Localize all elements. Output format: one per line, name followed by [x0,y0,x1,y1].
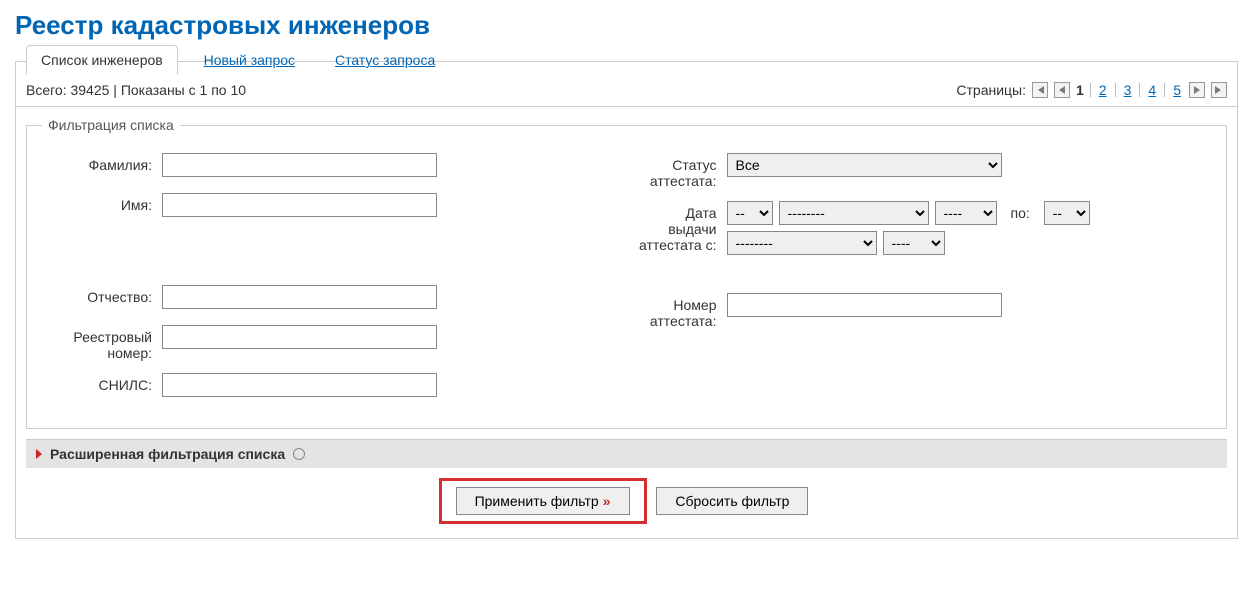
page-4[interactable]: 4 [1146,82,1158,98]
reset-filter-button[interactable]: Сбросить фильтр [656,487,808,515]
tab-list[interactable]: Список инженеров [26,45,178,75]
summary-row: Всего: 39425 | Показаны с 1 по 10 Страни… [16,74,1237,107]
main-panel: Список инженеров Новый запрос Статус зап… [15,61,1238,539]
expand-icon [36,449,42,459]
cert-num-label: Номер аттестата: [637,293,727,329]
date-from-month[interactable]: -------- [779,201,929,225]
surname-input[interactable] [162,153,437,177]
filter-fieldset: Фильтрация списка Фамилия: Имя: Отчество… [26,117,1227,429]
snils-input[interactable] [162,373,437,397]
pager: Страницы: 1 2 3 4 5 [956,82,1227,98]
apply-highlight: Применить фильтр» [439,478,647,524]
name-input[interactable] [162,193,437,217]
date-to-day[interactable]: -- [1044,201,1090,225]
date-range-group: -- -------- ---- по: -- -------- ---- [727,201,1212,255]
date-to-year[interactable]: ---- [883,231,945,255]
cert-num-input[interactable] [727,293,1002,317]
tab-new-request[interactable]: Новый запрос [190,46,309,74]
patronymic-input[interactable] [162,285,437,309]
page-1[interactable]: 1 [1076,82,1084,98]
advanced-filter-label: Расширенная фильтрация списка [50,446,285,462]
status-select[interactable]: Все [727,153,1002,177]
prev-page-icon[interactable] [1054,82,1070,98]
tab-strip: Список инженеров Новый запрос Статус зап… [16,44,1237,74]
date-to-month[interactable]: -------- [727,231,877,255]
date-from-day[interactable]: -- [727,201,773,225]
button-row: Применить фильтр» Сбросить фильтр [26,468,1227,538]
next-page-icon[interactable] [1189,82,1205,98]
first-page-icon[interactable] [1032,82,1048,98]
page-title: Реестр кадастровых инженеров [15,10,1238,41]
filter-col-right: Статус аттестата: Все Дата выдачи аттест… [637,153,1212,413]
patronymic-label: Отчество: [42,285,162,305]
snils-label: СНИЛС: [42,373,162,393]
name-label: Имя: [42,193,162,213]
reg-num-label: Реестровый номер: [42,325,162,361]
summary-count: Всего: 39425 | Показаны с 1 по 10 [26,82,246,98]
date-from-label: Дата выдачи аттестата с: [637,201,727,253]
apply-filter-button[interactable]: Применить фильтр» [456,487,630,515]
date-to-label: по: [1003,205,1038,221]
page-5[interactable]: 5 [1171,82,1183,98]
filter-legend: Фильтрация списка [42,117,180,133]
advanced-filter-indicator [293,448,305,460]
filter-col-left: Фамилия: Имя: Отчество: Реестровый номер… [42,153,617,413]
filter-body: Фильтрация списка Фамилия: Имя: Отчество… [16,107,1237,538]
apply-arrow-icon: » [599,493,611,509]
apply-filter-label: Применить фильтр [475,493,599,509]
reg-num-input[interactable] [162,325,437,349]
last-page-icon[interactable] [1211,82,1227,98]
page-3[interactable]: 3 [1122,82,1134,98]
surname-label: Фамилия: [42,153,162,173]
tab-request-status[interactable]: Статус запроса [321,46,449,74]
status-label: Статус аттестата: [637,153,727,189]
pages-label: Страницы: [956,82,1026,98]
advanced-filter-bar[interactable]: Расширенная фильтрация списка [26,439,1227,468]
date-from-year[interactable]: ---- [935,201,997,225]
page-2[interactable]: 2 [1097,82,1109,98]
